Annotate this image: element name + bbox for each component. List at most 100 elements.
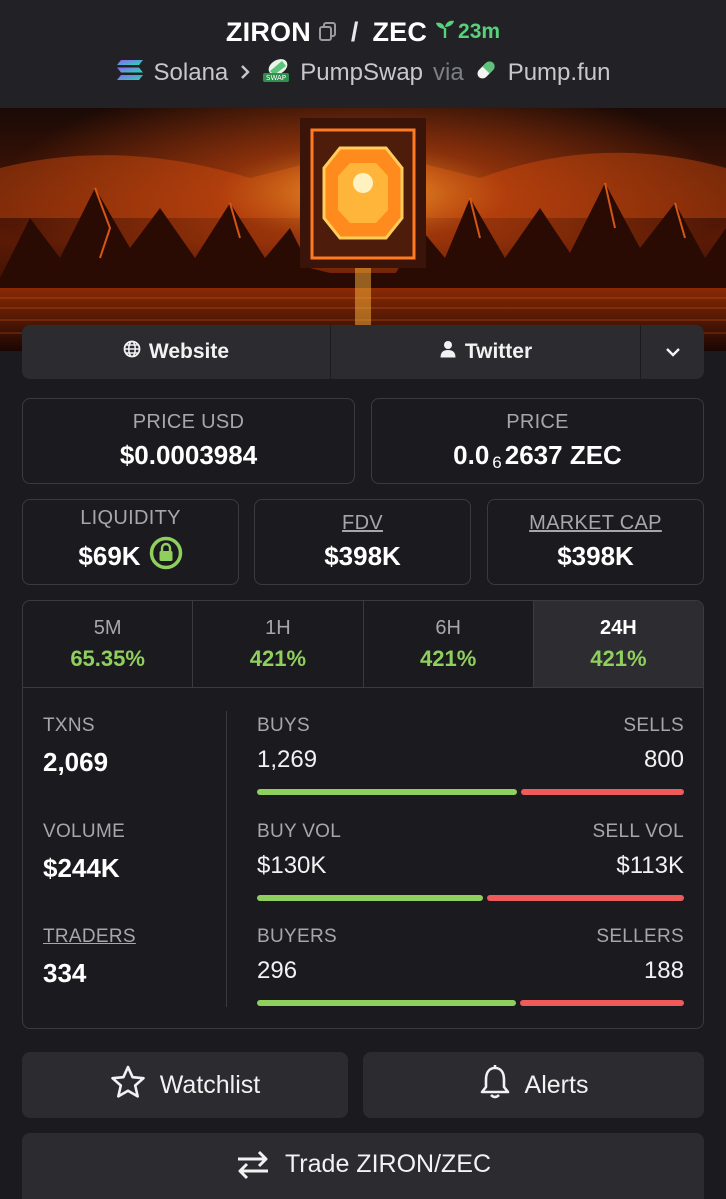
price-native-zeros: 6	[492, 452, 502, 472]
tab-change: 421%	[249, 645, 307, 671]
tab-change: 421%	[419, 645, 477, 671]
launchpad-name[interactable]: Pump.fun	[508, 59, 611, 87]
tab-24h[interactable]: 24H 421%	[533, 601, 703, 687]
stats-divider	[226, 711, 227, 1007]
price-usd-value: $0.0003984	[119, 440, 258, 470]
pumpswap-icon: SWAP	[262, 57, 290, 90]
tab-label: 5M	[93, 616, 122, 639]
links-bar: Website Twitter	[22, 325, 704, 379]
star-icon	[110, 1065, 146, 1106]
market-cap-label[interactable]: MARKET CAP	[529, 512, 662, 535]
buy-sell-volume-stat: BUY VOL SELL VOL $130K $113K	[257, 821, 684, 901]
timeframe-tabs: 5M 65.35% 1H 421% 6H 421% 24H 421%	[23, 601, 703, 688]
user-icon	[439, 340, 457, 364]
market-cap-card: MARKET CAP $398K	[487, 499, 704, 585]
traders-value: 334	[43, 958, 87, 988]
price-native-label: PRICE	[506, 411, 569, 433]
market-cap-value: $398K	[557, 541, 634, 571]
tab-label: 1H	[265, 616, 291, 639]
buy-vol-bar-fill	[257, 895, 483, 901]
sell-vol-value: $113K	[616, 852, 684, 879]
buys-value: 1,269	[257, 746, 318, 773]
sell-vol-label: SELL VOL	[592, 821, 684, 842]
trade-button[interactable]: Trade ZIRON/ZEC	[22, 1133, 704, 1199]
sells-bar-fill	[521, 789, 684, 795]
svg-text:SWAP: SWAP	[266, 74, 286, 82]
volume-value: $244K	[43, 853, 120, 883]
buyers-bar-fill	[257, 1000, 516, 1006]
trade-label: Trade ZIRON/ZEC	[284, 1150, 492, 1178]
buyers-label: BUYERS	[257, 926, 337, 947]
sells-value: 800	[643, 746, 684, 773]
website-button[interactable]: Website	[22, 325, 331, 379]
bell-icon	[479, 1064, 511, 1107]
age-value: 23m	[458, 20, 501, 43]
txns-stat: TXNS 2,069	[43, 715, 108, 778]
tab-5m[interactable]: 5M 65.35%	[23, 601, 194, 687]
chevron-down-icon	[665, 340, 681, 364]
price-usd-label: PRICE USD	[132, 411, 245, 433]
swap-icon	[235, 1150, 271, 1187]
chain-breadcrumb: Solana SWAP PumpSwap via Pump.fun	[0, 55, 726, 91]
liquidity-label: LIQUIDITY	[80, 507, 181, 529]
base-symbol: ZIRON	[225, 16, 311, 47]
stats-panel: 5M 65.35% 1H 421% 6H 421% 24H 421% TXNS …	[22, 600, 704, 1029]
tab-label: 6H	[435, 616, 461, 639]
seedling-icon	[435, 19, 455, 45]
copy-icon[interactable]	[318, 22, 337, 42]
buys-sells-bar	[257, 789, 684, 795]
price-native-card: PRICE 0.0 6 2637 ZEC	[371, 398, 704, 484]
tab-change: 65.35%	[70, 645, 145, 671]
price-usd-card: PRICE USD $0.0003984	[22, 398, 355, 484]
twitter-button[interactable]: Twitter	[331, 325, 641, 379]
via-label: via	[433, 59, 464, 86]
liquidity-card: LIQUIDITY $69K	[22, 499, 239, 585]
more-links-button[interactable]	[641, 325, 704, 379]
twitter-label: Twitter	[464, 340, 533, 363]
quote-symbol: ZEC	[372, 16, 428, 47]
pair-title: ZIRON / ZEC 23m	[0, 14, 726, 50]
buys-bar-fill	[257, 789, 517, 795]
buy-vol-value: $130K	[257, 852, 327, 879]
token-banner	[0, 108, 726, 351]
traders-label[interactable]: TRADERS	[43, 926, 136, 948]
price-native-value: 0.0 6 2637 ZEC	[453, 440, 622, 472]
tab-6h[interactable]: 6H 421%	[364, 601, 534, 687]
price-native-suffix: 2637 ZEC	[504, 440, 622, 470]
globe-icon	[123, 340, 141, 364]
buy-sell-volume-bar	[257, 895, 684, 901]
price-native-prefix: 0.0	[453, 440, 490, 470]
alerts-button[interactable]: Alerts	[363, 1052, 704, 1118]
pair-header: ZIRON / ZEC 23m Solana SWAP PumpSwap via	[0, 0, 726, 108]
sellers-value: 188	[643, 957, 684, 984]
volume-stat: VOLUME $244K	[43, 821, 125, 884]
buyers-value: 296	[257, 957, 298, 984]
tab-change: 421%	[590, 645, 647, 671]
pair-separator: /	[350, 16, 359, 47]
buy-vol-label: BUY VOL	[257, 821, 342, 842]
buyers-sellers-stat: BUYERS SELLERS 296 188	[257, 926, 684, 1006]
watchlist-label: Watchlist	[159, 1070, 261, 1099]
liquidity-value: $69K	[78, 541, 141, 571]
pill-icon	[474, 58, 498, 89]
fdv-value: $398K	[324, 541, 401, 571]
sell-vol-bar-fill	[487, 895, 684, 901]
sells-label: SELLS	[623, 715, 684, 736]
solana-icon	[116, 59, 144, 88]
dex-name[interactable]: PumpSwap	[300, 59, 423, 87]
tab-label: 24H	[600, 616, 637, 639]
alerts-label: Alerts	[524, 1070, 589, 1099]
fdv-label[interactable]: FDV	[342, 512, 383, 535]
watchlist-button[interactable]: Watchlist	[22, 1052, 348, 1118]
chain-name[interactable]: Solana	[154, 59, 229, 87]
txns-label: TXNS	[43, 715, 95, 736]
website-label: Website	[148, 340, 230, 363]
pair-age: 23m	[435, 19, 500, 45]
tab-1h[interactable]: 1H 421%	[193, 601, 364, 687]
buys-label: BUYS	[257, 715, 310, 736]
sellers-label: SELLERS	[596, 926, 684, 947]
lock-icon[interactable]	[149, 536, 183, 577]
chevron-right-icon	[238, 59, 252, 87]
buyers-sellers-bar	[257, 1000, 684, 1006]
buys-sells-stat: BUYS SELLS 1,269 800	[257, 715, 684, 795]
